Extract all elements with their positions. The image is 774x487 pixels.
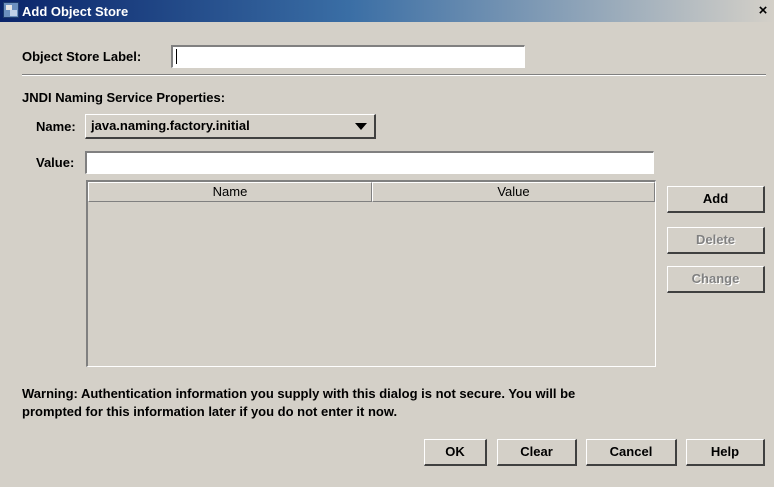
- text-caret: [176, 49, 177, 64]
- object-store-window-icon: [3, 2, 19, 18]
- name-label: Name:: [36, 119, 76, 134]
- column-header-name[interactable]: Name: [88, 182, 372, 202]
- title-bar: Add Object Store ×: [0, 0, 774, 22]
- cancel-button[interactable]: Cancel: [586, 439, 677, 466]
- separator: [22, 74, 766, 76]
- warning-line-1: Warning: Authentication information you …: [22, 386, 576, 401]
- close-icon[interactable]: ×: [755, 2, 771, 19]
- value-label: Value:: [36, 155, 75, 170]
- chevron-down-icon[interactable]: [355, 123, 367, 130]
- help-button[interactable]: Help: [686, 439, 765, 466]
- object-store-label: Object Store Label:: [22, 49, 142, 64]
- ok-button[interactable]: OK: [424, 439, 487, 466]
- clear-button[interactable]: Clear: [497, 439, 577, 466]
- value-input[interactable]: [85, 151, 654, 174]
- object-store-label-input[interactable]: [171, 45, 525, 68]
- name-dropdown-value: java.naming.factory.initial: [91, 118, 250, 133]
- warning-line-2: prompted for this information later if y…: [22, 404, 398, 419]
- security-warning: Warning: Authentication information you …: [22, 385, 722, 421]
- add-button[interactable]: Add: [667, 186, 765, 213]
- name-dropdown[interactable]: java.naming.factory.initial: [85, 114, 376, 139]
- window-title: Add Object Store: [22, 4, 129, 19]
- change-button[interactable]: Change: [667, 266, 765, 293]
- column-header-value[interactable]: Value: [372, 182, 655, 202]
- delete-button[interactable]: Delete: [667, 227, 765, 254]
- jndi-section-title: JNDI Naming Service Properties:: [22, 90, 226, 105]
- properties-table[interactable]: Name Value: [86, 180, 656, 367]
